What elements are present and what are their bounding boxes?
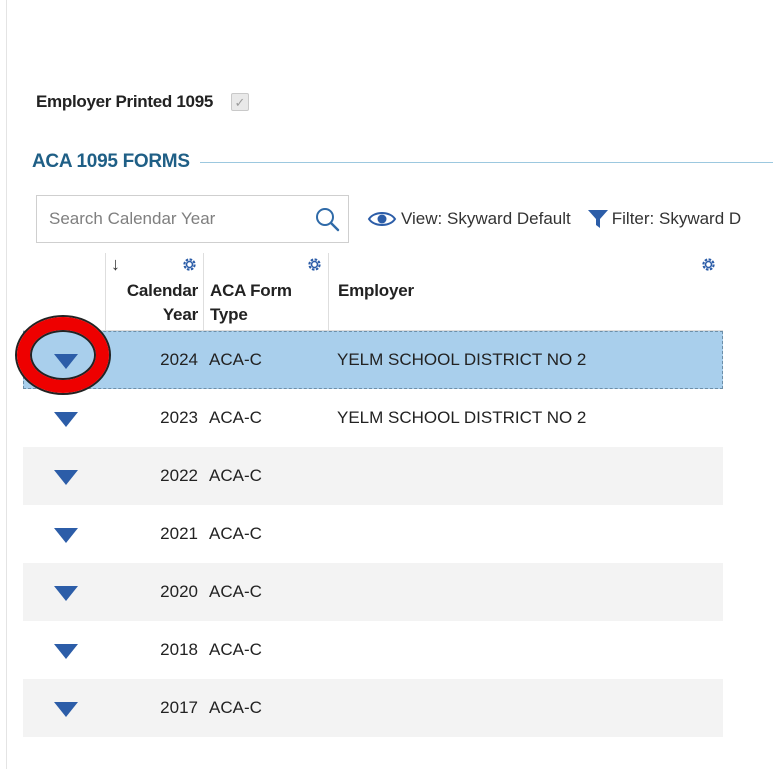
expand-triangle-icon[interactable] bbox=[54, 528, 78, 543]
grid-header: ↓ Calendar Year ACA Form Type Employer bbox=[23, 253, 723, 331]
cell-year: 2017 bbox=[160, 698, 198, 717]
expand-triangle-icon[interactable] bbox=[54, 412, 78, 427]
table-row[interactable]: 2017 ACA-C bbox=[23, 679, 723, 737]
table-row[interactable]: 2023 ACA-C YELM SCHOOL DISTRICT NO 2 bbox=[23, 389, 723, 447]
expand-triangle-icon[interactable] bbox=[54, 470, 78, 485]
employer-printed-label: Employer Printed 1095 bbox=[36, 92, 213, 111]
filter-selector[interactable]: Filter: Skyward D bbox=[587, 208, 741, 230]
header-calendar-year-label: Calendar Year bbox=[126, 281, 198, 324]
cell-year: 2022 bbox=[160, 466, 198, 485]
section-header: ACA 1095 FORMS bbox=[32, 150, 773, 174]
row-expand-cell bbox=[23, 389, 105, 447]
row-expand-cell bbox=[23, 563, 105, 621]
filter-icon bbox=[587, 210, 608, 228]
header-aca-form-type[interactable]: ACA Form Type bbox=[203, 253, 328, 330]
expand-triangle-icon[interactable] bbox=[54, 354, 78, 369]
expand-triangle-icon[interactable] bbox=[54, 586, 78, 601]
header-aca-form-type-label: ACA Form Type bbox=[210, 281, 292, 324]
cell-year: 2024 bbox=[160, 350, 198, 369]
section-title: ACA 1095 FORMS bbox=[32, 151, 190, 172]
cell-form-type: ACA-C bbox=[209, 640, 262, 659]
cell-form-type: ACA-C bbox=[209, 466, 262, 485]
page-left-border bbox=[6, 0, 7, 769]
header-expand-column bbox=[23, 253, 105, 330]
cell-form-type: ACA-C bbox=[209, 698, 262, 717]
filter-label: Filter: Skyward D bbox=[611, 209, 742, 228]
row-expand-cell bbox=[23, 621, 105, 679]
grid-toolbar: View: Skyward Default Filter: Skyward D bbox=[36, 194, 773, 244]
header-employer[interactable]: Employer bbox=[328, 253, 723, 330]
table-row[interactable]: 2018 ACA-C bbox=[23, 621, 723, 679]
eye-icon bbox=[367, 212, 397, 226]
cell-form-type: ACA-C bbox=[209, 582, 262, 601]
row-expand-cell bbox=[23, 331, 105, 389]
search-input[interactable] bbox=[49, 209, 314, 229]
cell-year: 2020 bbox=[160, 582, 198, 601]
cell-form-type: ACA-C bbox=[209, 408, 262, 427]
header-employer-label: Employer bbox=[338, 281, 414, 300]
table-row[interactable]: 2022 ACA-C bbox=[23, 447, 723, 505]
employer-printed-row: Employer Printed 1095 ✓ bbox=[36, 88, 249, 116]
view-selector[interactable]: View: Skyward Default bbox=[367, 209, 571, 229]
gear-icon[interactable] bbox=[700, 256, 717, 273]
cell-year: 2023 bbox=[160, 408, 198, 427]
row-expand-cell bbox=[23, 447, 105, 505]
cell-employer: YELM SCHOOL DISTRICT NO 2 bbox=[337, 350, 587, 369]
view-label: View: Skyward Default bbox=[401, 209, 571, 228]
table-row[interactable]: 2020 ACA-C bbox=[23, 563, 723, 621]
cell-form-type: ACA-C bbox=[209, 350, 262, 369]
search-icon[interactable] bbox=[314, 206, 340, 232]
cell-year: 2018 bbox=[160, 640, 198, 659]
gear-icon[interactable] bbox=[306, 256, 323, 273]
section-divider bbox=[199, 161, 773, 163]
employer-printed-checkbox[interactable]: ✓ bbox=[231, 93, 249, 111]
header-calendar-year[interactable]: ↓ Calendar Year bbox=[105, 253, 203, 330]
search-box bbox=[36, 195, 349, 243]
aca-forms-grid: ↓ Calendar Year ACA Form Type Employer 2… bbox=[23, 253, 723, 737]
table-row[interactable]: 2024 ACA-C YELM SCHOOL DISTRICT NO 2 bbox=[23, 331, 723, 389]
expand-triangle-icon[interactable] bbox=[54, 644, 78, 659]
cell-year: 2021 bbox=[160, 524, 198, 543]
table-row[interactable]: 2021 ACA-C bbox=[23, 505, 723, 563]
cell-form-type: ACA-C bbox=[209, 524, 262, 543]
gear-icon[interactable] bbox=[181, 256, 198, 273]
row-expand-cell bbox=[23, 505, 105, 563]
expand-triangle-icon[interactable] bbox=[54, 702, 78, 717]
checkmark-icon: ✓ bbox=[234, 94, 246, 110]
cell-employer: YELM SCHOOL DISTRICT NO 2 bbox=[337, 408, 587, 427]
row-expand-cell bbox=[23, 679, 105, 737]
sort-descending-icon: ↓ bbox=[111, 254, 120, 274]
